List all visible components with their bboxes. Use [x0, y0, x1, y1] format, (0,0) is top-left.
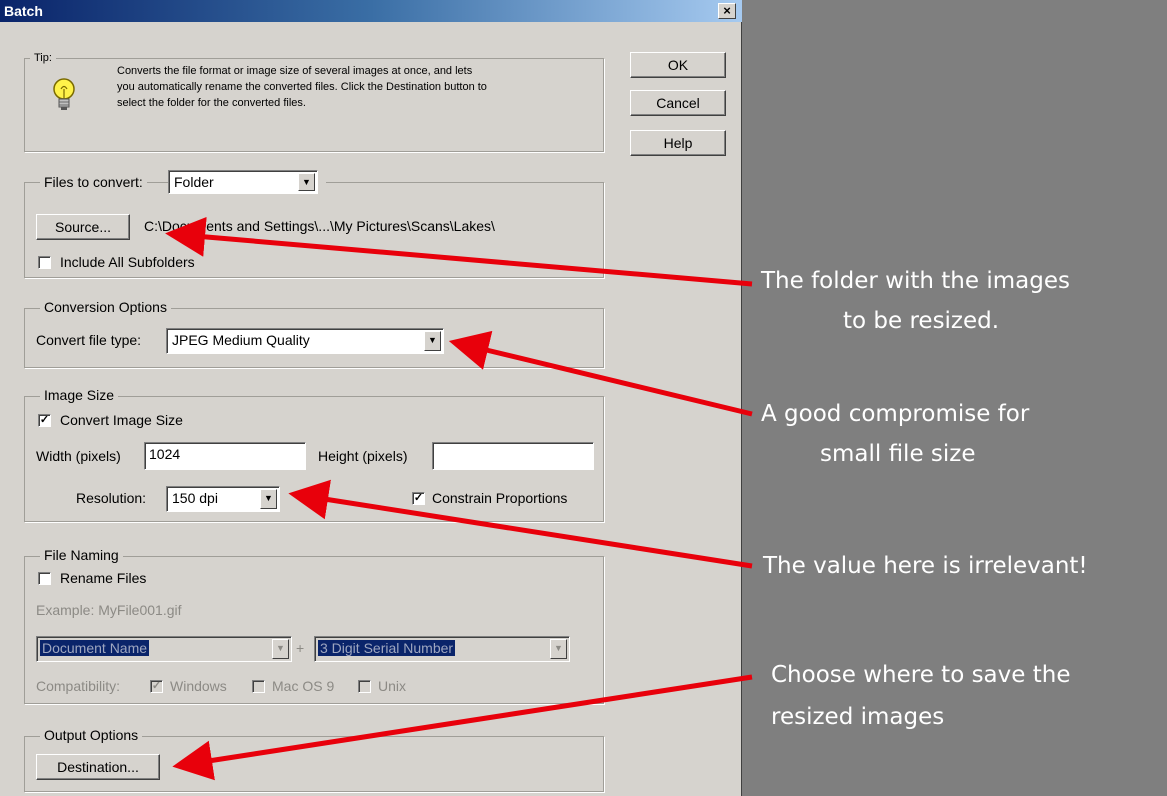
annotation-folder-line2: to be resized.	[843, 308, 1000, 334]
annotation-compromise-line1: A good compromise for	[761, 401, 1030, 427]
annotation-irrelevant: The value here is irrelevant!	[763, 553, 1088, 579]
annotation-folder-line1: The folder with the images	[761, 268, 1070, 294]
annotation-choose-line1: Choose where to save the	[771, 662, 1071, 688]
annotation-choose-line2: resized images	[771, 704, 945, 730]
arrow-to-destination	[172, 674, 753, 781]
arrow-to-resolution	[288, 479, 753, 569]
arrow-to-file-type	[448, 330, 753, 417]
arrow-to-source	[165, 216, 753, 287]
annotation-compromise-line2: small file size	[820, 441, 976, 467]
